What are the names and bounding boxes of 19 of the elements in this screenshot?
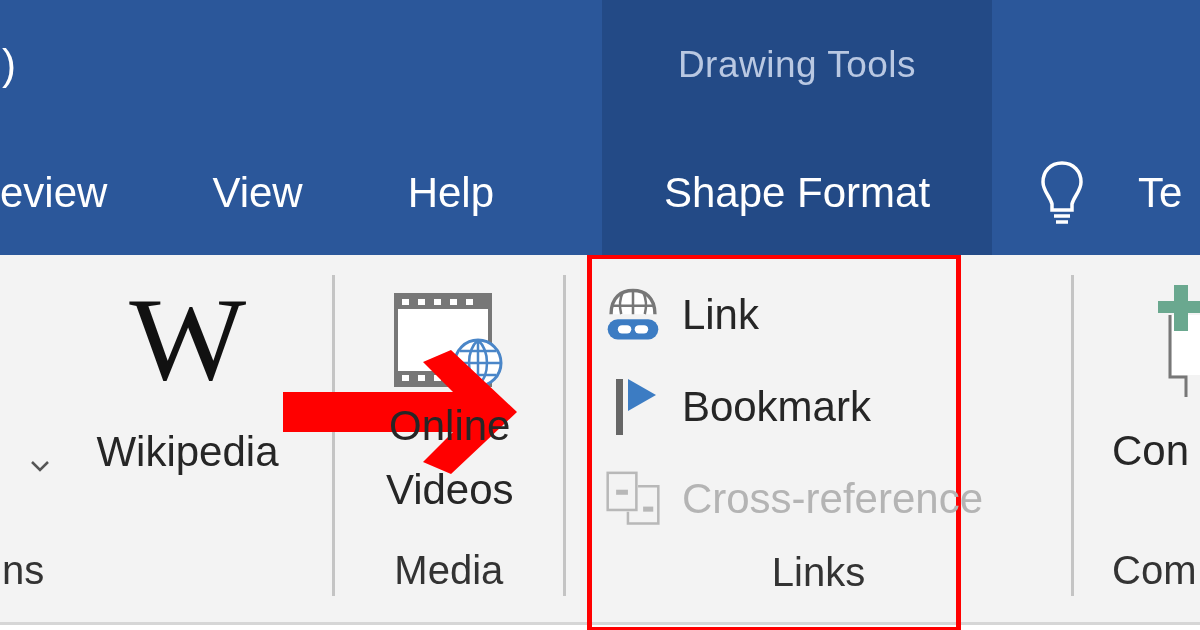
chevron-down-icon[interactable] xyxy=(30,460,50,472)
ribbon-command[interactable]: Bookmark xyxy=(605,361,983,453)
comment-plus-icon[interactable] xyxy=(1156,285,1200,397)
ribbon-tab[interactable]: View xyxy=(212,168,303,217)
lightbulb-icon[interactable] xyxy=(1040,159,1084,226)
cross-reference-icon xyxy=(605,471,660,527)
ribbon-command[interactable]: Link xyxy=(605,269,983,361)
window-title: ) xyxy=(2,41,16,89)
group-label: Media xyxy=(393,546,505,594)
tell-me-tab[interactable]: Te xyxy=(1138,168,1183,217)
contextual-group-title: Drawing Tools xyxy=(677,44,917,86)
group-label: Links xyxy=(770,549,867,596)
ribbon-tab[interactable]: Shape Format xyxy=(663,168,931,217)
ribbon-tab[interactable]: eview xyxy=(0,168,108,217)
ribbon-tab[interactable]: Help xyxy=(407,168,495,217)
group-label: Com xyxy=(1111,546,1198,594)
wikipedia-button[interactable]: W Wikipedia xyxy=(85,290,290,540)
group-label: ns xyxy=(2,546,46,594)
comment-button[interactable]: Con xyxy=(1112,427,1200,475)
